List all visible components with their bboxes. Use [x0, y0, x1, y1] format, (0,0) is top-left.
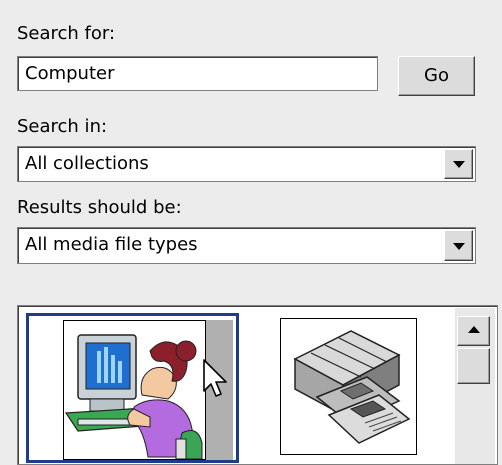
mouse-pointer-icon [203, 359, 227, 397]
search-in-dropdown-button[interactable] [444, 149, 473, 179]
scrollbar-thumb[interactable] [457, 348, 490, 384]
results-type-dropdown[interactable]: All media file types [17, 227, 476, 264]
scroll-up-button[interactable] [457, 316, 490, 346]
results-scrollbar[interactable] [455, 308, 495, 464]
results-type-value: All media file types [25, 234, 198, 255]
results-list[interactable] [17, 305, 498, 465]
clip-art-search-pane: Search for: Computer Go Search in: All c… [0, 0, 502, 465]
results-type-dropdown-button[interactable] [444, 230, 473, 261]
search-in-value: All collections [25, 153, 149, 174]
search-in-dropdown[interactable]: All collections [17, 146, 476, 182]
chevron-up-icon [467, 326, 480, 333]
go-button-label: Go [424, 65, 449, 86]
floppy-disks-clipart-icon [280, 318, 417, 455]
go-button[interactable]: Go [398, 56, 475, 96]
results-type-label: Results should be: [17, 197, 182, 218]
result-item[interactable] [280, 318, 417, 455]
search-in-label: Search in: [17, 116, 108, 137]
chevron-down-icon [452, 242, 465, 250]
chevron-down-icon [452, 161, 465, 168]
woman-at-computer-clipart-icon [63, 320, 206, 460]
search-input[interactable]: Computer [17, 56, 378, 91]
search-for-label: Search for: [17, 23, 116, 44]
search-input-value: Computer [25, 63, 115, 84]
